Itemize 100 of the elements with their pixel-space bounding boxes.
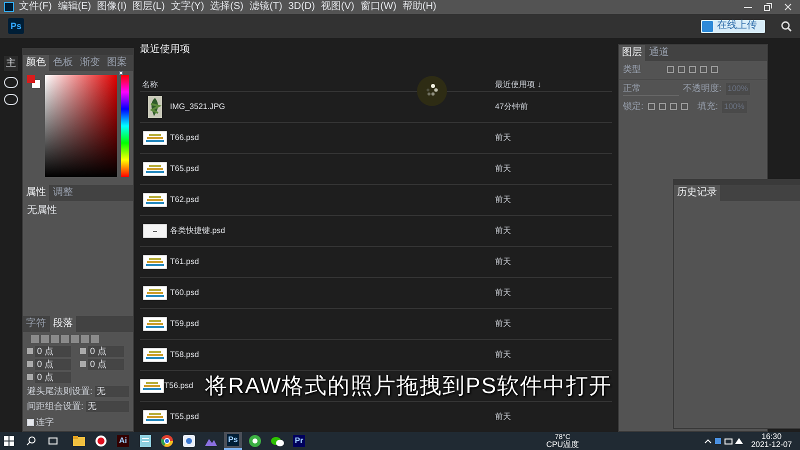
menu-item[interactable]: 视图(V) [320, 2, 356, 12]
file-row[interactable]: T62.psd 前天 [140, 185, 612, 216]
menu-item[interactable]: 选择(S) [209, 2, 244, 12]
file-thumbnail [143, 410, 167, 424]
pill-button[interactable] [4, 94, 18, 105]
dropdown[interactable]: 无 [86, 401, 129, 412]
file-thumbnail [143, 255, 167, 269]
app-icon [249, 435, 261, 447]
file-thumbnail [140, 379, 164, 393]
menu-item[interactable]: 编辑(E) [56, 2, 92, 12]
taskbar-app[interactable] [246, 432, 264, 450]
input-field[interactable]: 0 点 [88, 346, 124, 356]
file-time: 前天 [495, 349, 511, 361]
indent-icon [27, 374, 33, 380]
input-field[interactable]: 0 点 [88, 358, 124, 370]
indent-icon [27, 361, 33, 367]
file-name: T61.psd [170, 256, 200, 268]
file-time: 前天 [495, 163, 511, 175]
panel-tab[interactable]: 属性 [23, 185, 49, 201]
checkbox-label: 连字 [36, 416, 54, 428]
file-name: T62.psd [170, 194, 200, 206]
file-name: IMG_3521.JPG [170, 101, 226, 113]
file-row[interactable]: T61.psd 前天 [140, 247, 612, 278]
file-time: 前天 [495, 318, 511, 330]
taskbar-app[interactable]: Pr [290, 432, 308, 450]
menu-item[interactable]: 图层(L) [132, 2, 166, 12]
setting-label: 避头尾法则设置: [27, 384, 93, 398]
browser-icon [161, 435, 173, 447]
file-time: 前天 [495, 225, 511, 237]
file-thumbnail [143, 317, 167, 331]
opacity-label: 不透明度: [683, 82, 722, 95]
file-name: 各类快捷键.psd [170, 225, 226, 237]
file-row[interactable]: T60.psd 前天 [140, 278, 612, 309]
close-icon[interactable] [784, 3, 792, 11]
indent-icon [80, 348, 86, 354]
file-time: 47分钟前 [495, 101, 528, 113]
file-time: 前天 [495, 132, 511, 144]
file-thumbnail [143, 131, 167, 145]
menu-item[interactable]: 文件(F) [18, 2, 53, 12]
file-name: T65.psd [170, 163, 200, 175]
file-row[interactable]: 各类快捷键.psd 前天 [140, 216, 612, 247]
file-thumbnail [143, 224, 167, 238]
record-icon [95, 435, 107, 447]
search-icon[interactable] [781, 20, 792, 32]
panel-tab[interactable]: 历史记录 [674, 185, 720, 201]
menu-item[interactable]: 帮助(H) [401, 2, 438, 12]
app-icon [183, 435, 195, 447]
subtitle: 将RAW格式的照片拖拽到PS软件中打开 [205, 372, 612, 400]
app-badge-icon: Ai [117, 435, 129, 447]
indent-icon [80, 361, 86, 367]
dropdown[interactable]: 无 [94, 386, 129, 397]
upload-button[interactable]: 在线上传 [701, 20, 765, 32]
menu-item[interactable]: 文字(Y) [170, 2, 206, 12]
taskbar-app[interactable] [158, 432, 176, 450]
column-header[interactable]: 名称 [140, 79, 495, 91]
file-name: T55.psd [170, 411, 200, 423]
file-row[interactable]: T65.psd 前天 [140, 154, 612, 185]
task-view-icon[interactable] [48, 436, 58, 446]
hue-slider-thumb[interactable] [119, 71, 123, 75]
temperature-label: CPU温度 [546, 440, 580, 448]
taskbar-app[interactable]: Ai [114, 432, 132, 450]
file-thumbnail [143, 193, 167, 207]
file-thumbnail [143, 286, 167, 300]
setting-label: 间距组合设置: [27, 400, 84, 413]
panel-tab[interactable]: 图层 [619, 45, 645, 61]
menu-item[interactable]: 滤镜(T) [248, 2, 284, 12]
foreground-swatch[interactable] [27, 75, 35, 83]
file-name: T60.psd [170, 287, 200, 299]
file-row[interactable]: T66.psd 前天 [140, 123, 612, 154]
windows-start-icon[interactable] [4, 436, 14, 446]
taskbar-app[interactable] [180, 432, 198, 450]
panel-tab[interactable]: 颜色 [23, 55, 49, 71]
app-badge-icon: Pr [293, 435, 305, 447]
restore-icon[interactable] [764, 3, 772, 11]
search-icon[interactable] [26, 436, 36, 446]
panel-tab[interactable]: 段落 [50, 316, 76, 332]
menu-item[interactable]: 窗口(W) [359, 2, 398, 12]
color-field[interactable] [45, 75, 117, 177]
column-header[interactable]: 最近使用项 ↓ [495, 79, 542, 91]
checkbox[interactable] [27, 418, 34, 426]
app-logo: Ps [8, 18, 24, 34]
input-field[interactable]: 0 点 [35, 358, 71, 370]
input-field[interactable]: 0 点 [35, 372, 71, 382]
file-row[interactable]: T58.psd 前天 [140, 340, 612, 371]
menu-item[interactable]: 图像(I) [96, 2, 128, 12]
file-row[interactable]: T59.psd 前天 [140, 309, 612, 340]
notepad-icon [140, 435, 150, 447]
pill-button[interactable] [4, 77, 18, 88]
folder-icon [73, 436, 85, 446]
menu-item[interactable]: 3D(D) [287, 2, 316, 12]
indent-icon [27, 348, 33, 354]
file-thumbnail [143, 162, 167, 176]
input-field[interactable]: 0 点 [35, 346, 71, 356]
clock-date: 2021-12-07 [751, 441, 792, 449]
properties-text: 无属性 [26, 204, 58, 218]
section-title: 最近使用项 [140, 42, 191, 57]
app-badge-icon: Ps [227, 434, 239, 446]
clock-time: 16:30 [762, 433, 782, 441]
home-label: 主 [4, 56, 18, 71]
taskbar-app[interactable]: Ps [224, 432, 242, 450]
